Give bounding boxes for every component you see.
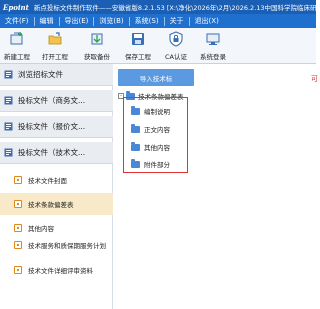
doc-icon — [4, 96, 13, 105]
system-login-icon — [206, 33, 220, 45]
sidebar-item-commercial-doc[interactable]: 投标文件（商务文... — [0, 90, 113, 112]
page-icon — [14, 224, 22, 232]
toolbar: 新建工程 打开工程 获取备份 保存工程 CA认证 系统登录 — [0, 28, 316, 64]
sidebar-subitem-tech-review[interactable]: 技术文件详细评审资料 — [0, 263, 113, 283]
sidebar-item-browse-tender[interactable]: 浏览招标文件 — [0, 64, 113, 86]
menu-system[interactable]: 系统(S) — [130, 16, 164, 26]
sidebar-subitem-tech-cover[interactable]: 技术文件封面 — [0, 170, 113, 190]
get-backup-icon — [91, 33, 103, 45]
open-project-icon — [48, 32, 62, 45]
hint-text: 可 — [311, 75, 318, 83]
sidebar-item-label: 投标文件（技术文... — [18, 148, 86, 157]
page-icon — [14, 266, 22, 274]
new-project-button[interactable]: 新建工程 — [4, 31, 30, 61]
browse-icon — [4, 70, 13, 79]
tree-node-other-content[interactable]: 其他内容 — [131, 141, 170, 152]
sidebar-item-label: 投标文件（商务文... — [18, 96, 86, 105]
page-icon — [14, 241, 22, 249]
system-login-label: 系统登录 — [200, 53, 226, 61]
open-project-label: 打开工程 — [42, 53, 68, 61]
sidebar-item-label: 投标文件（报价文... — [18, 122, 86, 131]
save-project-button[interactable]: 保存工程 — [125, 31, 151, 61]
title-bar: Epoint 新点投标文件制作软件——安徽省版8.2.1.53 [X:\净化\2… — [0, 0, 316, 14]
tree-node-attachments[interactable]: 附件部分 — [131, 158, 170, 169]
ca-certification-button[interactable]: CA认证 — [165, 31, 187, 61]
tree-node-main-content[interactable]: 正文内容 — [131, 123, 170, 134]
tree-node-label: 编制说明 — [144, 108, 170, 116]
sidebar-subitem-other-content[interactable]: 其他内容 — [0, 219, 113, 239]
ca-certification-label: CA认证 — [165, 53, 187, 61]
menu-export[interactable]: 导出(E) — [60, 16, 94, 26]
menu-file[interactable]: 文件(F) — [0, 16, 34, 26]
ca-certification-icon — [169, 31, 183, 47]
menu-about[interactable]: 关于 — [165, 16, 189, 26]
page-icon — [14, 200, 22, 208]
tree-node-label: 正文内容 — [144, 126, 170, 134]
folder-icon — [131, 123, 140, 133]
sidebar-subitem-label: 技术服务和质保期服务计划 — [28, 242, 106, 250]
open-project-button[interactable]: 打开工程 — [42, 31, 68, 61]
get-backup-button[interactable]: 获取备份 — [84, 31, 110, 61]
sidebar: 浏览招标文件 投标文件（商务文... 投标文件（报价文... 投标文件（技术文.… — [0, 64, 113, 309]
system-login-button[interactable]: 系统登录 — [200, 31, 226, 61]
sidebar-subitem-label: 技术条款偏差表 — [28, 201, 74, 209]
sidebar-subitem-service-plan[interactable]: 技术服务和质保期服务计划 — [0, 238, 113, 264]
sidebar-item-quote-doc[interactable]: 投标文件（报价文... — [0, 116, 113, 138]
doc-icon — [4, 122, 13, 131]
tree-node-instructions[interactable]: 编制说明 — [131, 105, 170, 116]
save-project-label: 保存工程 — [125, 53, 151, 61]
folder-icon — [131, 158, 140, 168]
get-backup-label: 获取备份 — [84, 53, 110, 61]
doc-icon — [4, 148, 13, 157]
sidebar-item-technical-doc[interactable]: 投标文件（技术文... — [0, 142, 113, 164]
sidebar-subitem-tech-deviation[interactable]: 技术条款偏差表 — [0, 193, 113, 215]
sidebar-subitem-label: 技术文件详细评审资料 — [28, 267, 93, 275]
tree-node-label: 其他内容 — [144, 144, 170, 152]
save-project-icon — [132, 33, 144, 45]
folder-icon — [131, 141, 140, 151]
menu-edit[interactable]: 编辑 — [35, 16, 59, 26]
menu-exit[interactable]: 退出(X) — [190, 16, 224, 26]
sidebar-subitem-label: 技术文件封面 — [28, 177, 67, 185]
app-logo: Epoint — [3, 2, 29, 12]
window-title: 新点投标文件制作软件——安徽省版8.2.1.53 [X:\净化\2026年\2月… — [33, 4, 316, 12]
page-icon — [14, 176, 22, 184]
new-project-icon — [10, 32, 23, 45]
new-project-label: 新建工程 — [4, 53, 30, 61]
folder-icon — [131, 105, 140, 115]
menu-bar: 文件(F) 编辑 导出(E) 浏览(B) 系统(S) 关于 退出(X) — [0, 14, 316, 28]
sidebar-item-label: 浏览招标文件 — [18, 70, 63, 79]
tree-node-label: 附件部分 — [144, 161, 170, 169]
sidebar-subitem-label: 其他内容 — [28, 225, 54, 233]
menu-browse[interactable]: 浏览(B) — [94, 16, 128, 26]
import-technical-button[interactable]: 导入技术标 — [118, 69, 194, 86]
